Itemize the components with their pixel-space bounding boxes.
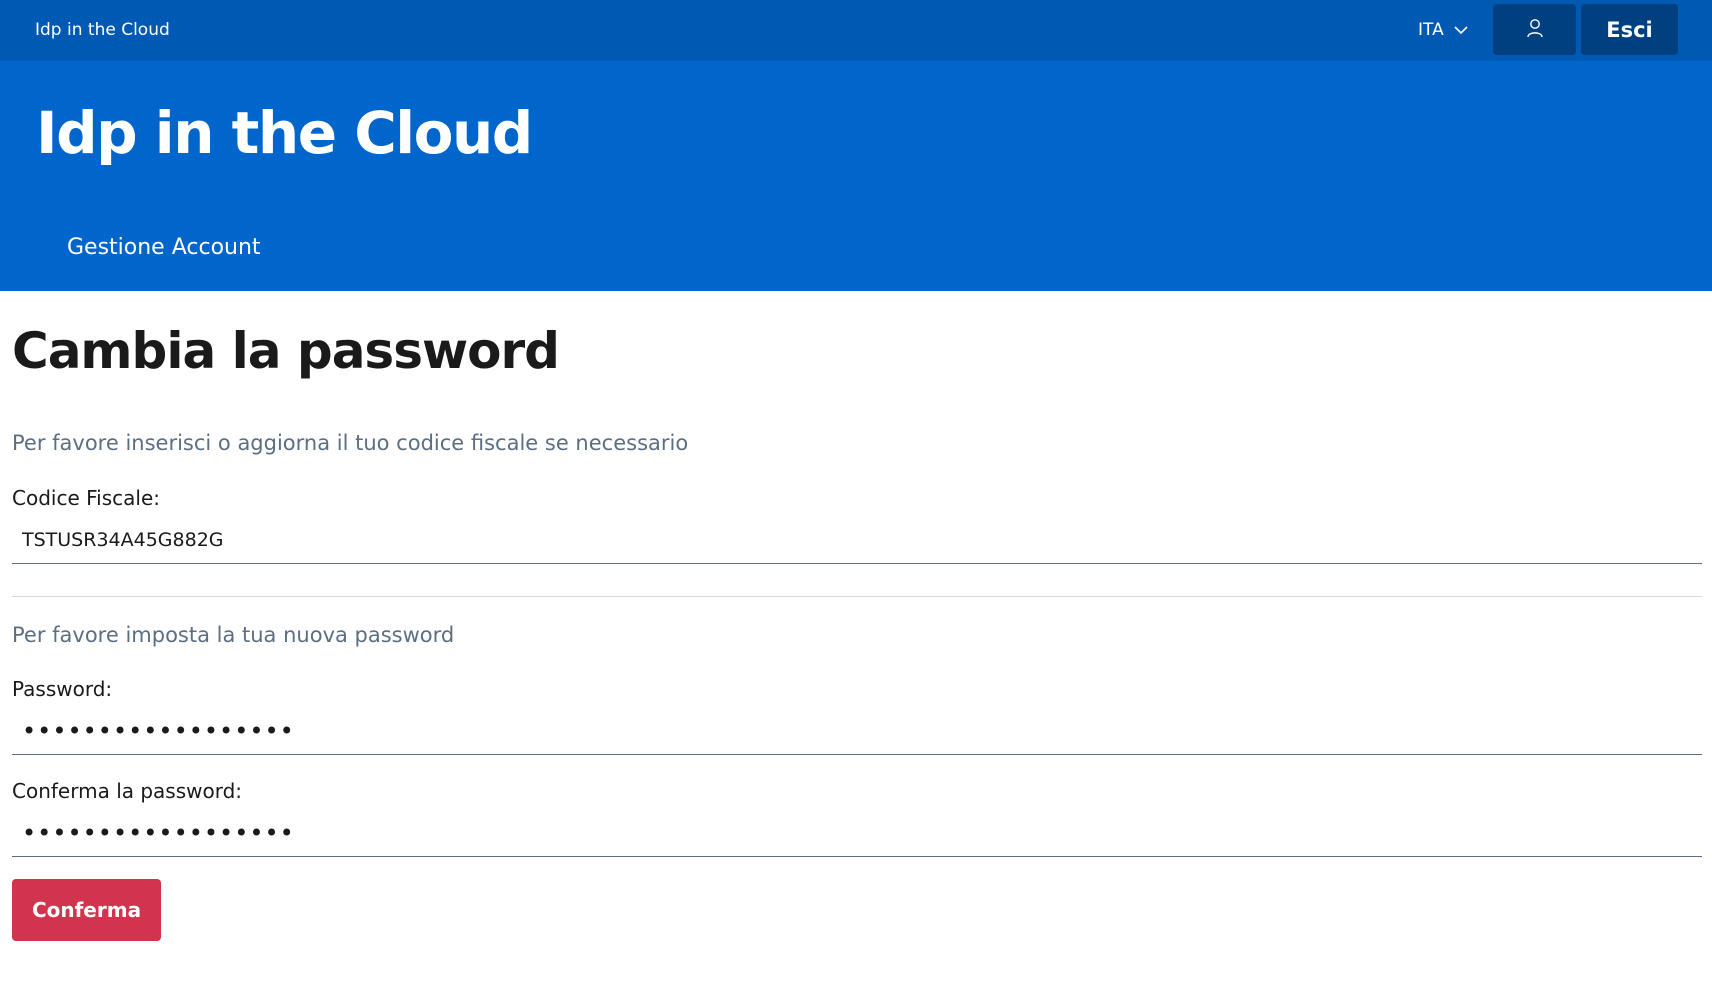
confirm-password-input[interactable] bbox=[12, 809, 1702, 857]
password-input[interactable] bbox=[12, 707, 1702, 755]
password-label: Password: bbox=[12, 677, 113, 701]
center-header: Idp in the Cloud Gestione Account bbox=[0, 61, 1712, 291]
language-label: ITA bbox=[1418, 20, 1444, 40]
user-icon bbox=[1526, 18, 1544, 42]
confirm-button[interactable]: Conferma bbox=[12, 879, 161, 941]
slim-header: Idp in the Cloud ITA Esci bbox=[0, 0, 1712, 61]
confirm-password-label: Conferma la password: bbox=[12, 779, 243, 803]
page-title: Cambia la password bbox=[12, 322, 560, 380]
chevron-down-icon bbox=[1454, 26, 1468, 35]
user-account-button[interactable] bbox=[1493, 4, 1576, 55]
site-title[interactable]: Idp in the Cloud bbox=[36, 101, 533, 166]
slim-brand-link[interactable]: Idp in the Cloud bbox=[35, 0, 170, 61]
section-divider bbox=[12, 596, 1702, 597]
language-selector[interactable]: ITA bbox=[1418, 0, 1468, 61]
password-lead: Per favore imposta la tua nuova password bbox=[12, 623, 455, 647]
logout-button[interactable]: Esci bbox=[1581, 4, 1678, 55]
nav-item-account-management[interactable]: Gestione Account bbox=[67, 235, 261, 260]
fiscal-code-lead: Per favore inserisci o aggiorna il tuo c… bbox=[12, 431, 689, 455]
fiscal-code-label: Codice Fiscale: bbox=[12, 486, 160, 510]
fiscal-code-input[interactable] bbox=[12, 516, 1702, 564]
